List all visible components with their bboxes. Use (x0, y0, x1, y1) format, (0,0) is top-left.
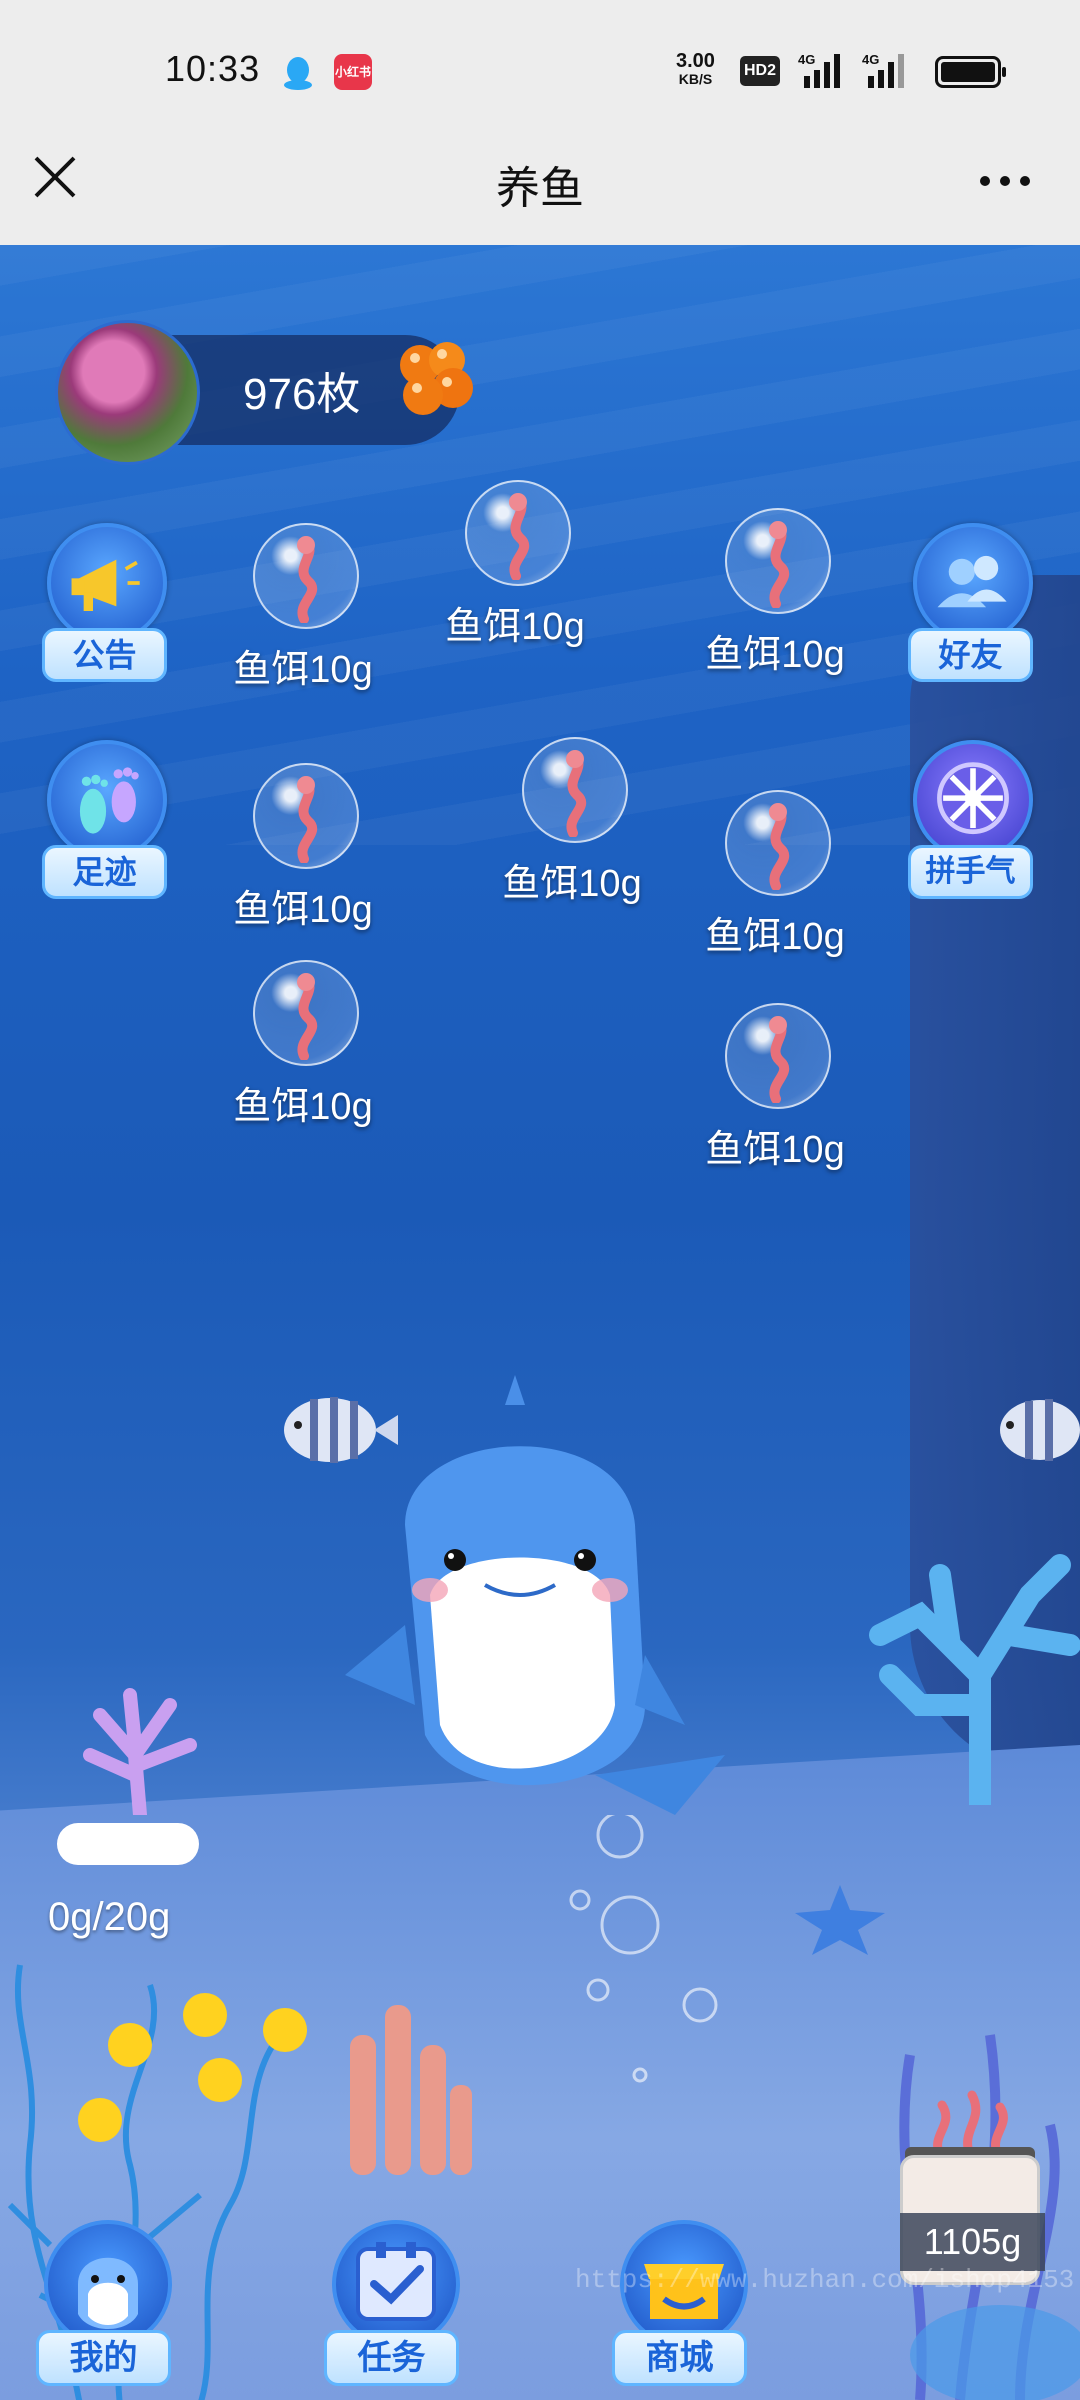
watermark: https://www.huzhan.com/ishop4153 (575, 2265, 1075, 2295)
worm-icon (297, 776, 318, 863)
svg-text:4G: 4G (862, 52, 879, 67)
bait-label: 鱼饵10g (502, 863, 642, 905)
bait-bubble[interactable]: 鱼饵10g (218, 763, 388, 933)
luck-button[interactable]: 拼手气 (908, 740, 1038, 910)
nav-tasks-label: 任务 (324, 2330, 459, 2386)
worm-icon (566, 750, 587, 837)
avatar[interactable] (55, 320, 200, 465)
notice-button[interactable]: 公告 (42, 523, 172, 693)
feed-progress-bar (57, 1823, 199, 1865)
air-bubbles (569, 1815, 718, 2083)
svg-text:4G: 4G (798, 52, 815, 67)
bait-bubble[interactable]: 鱼饵10g (218, 523, 388, 693)
coral-pink-tubes (350, 2005, 472, 2175)
worm-icon (297, 536, 318, 623)
bait-bubble[interactable]: 鱼饵10g (430, 480, 600, 650)
page-title: 养鱼 (496, 164, 584, 213)
coral-blue (869, 1554, 1080, 1805)
bait-bubble[interactable]: 鱼饵10g (690, 1003, 860, 1173)
nav-tasks-button[interactable]: 任务 (324, 2220, 464, 2390)
nav-shop-label: 商城 (612, 2330, 747, 2386)
qq-icon (284, 57, 312, 90)
aquarium-scene: 976枚 公告 足迹 好友 拼手气 鱼饵10g 鱼饵10g 鱼饵10g 鱼饵10… (0, 245, 1080, 2400)
footprint-icon (79, 767, 139, 834)
people-icon (937, 555, 1007, 608)
net-speed: 3.00 KB/S (676, 50, 715, 87)
more-icon[interactable] (975, 160, 1035, 200)
fish-roe-icon (400, 342, 473, 415)
status-bar: 10:33 小红书 3.00 KB/S HD2 4G 4G (0, 0, 1080, 140)
starfish-icon (795, 1885, 885, 1955)
bait-stock: 1105g (900, 2213, 1045, 2271)
bait-bubble[interactable]: 鱼饵10g (218, 960, 388, 1130)
worm-icon (509, 493, 530, 580)
nav-tasks-circle (332, 2220, 460, 2348)
notice-button-circle (47, 523, 167, 643)
worm-icon (769, 803, 790, 890)
signal-icon: 4G (798, 52, 840, 88)
wheel-icon (937, 762, 1009, 835)
bait-label: 鱼饵10g (705, 634, 845, 676)
nav-shop-button[interactable]: 商城 (612, 2220, 752, 2390)
bait-label: 鱼饵10g (233, 649, 373, 691)
worm-icon (297, 973, 318, 1060)
bait-bubble[interactable]: 鱼饵10g (690, 508, 860, 678)
bait-bubble[interactable]: 鱼饵10g (487, 737, 657, 907)
footprint-button-label: 足迹 (42, 845, 167, 899)
checklist-icon (356, 2242, 436, 2321)
bait-jar[interactable]: 1105g (900, 2090, 1045, 2285)
dolphin-pet[interactable] (345, 1375, 745, 1845)
bait-label: 鱼饵10g (445, 606, 585, 648)
footprint-button[interactable]: 足迹 (42, 740, 172, 910)
friends-button-label: 好友 (908, 628, 1033, 682)
bait-bubble[interactable]: 鱼饵10g (690, 790, 860, 960)
worms-icon (933, 2090, 1008, 2155)
signal-icon: 4G (862, 52, 904, 88)
battery-icon (935, 56, 1006, 88)
worm-icon (769, 1016, 790, 1103)
bait-label: 鱼饵10g (233, 1086, 373, 1128)
megaphone-icon (71, 559, 140, 611)
hd-icon: HD2 (740, 56, 780, 86)
worm-icon (769, 521, 790, 608)
notice-button-label: 公告 (42, 628, 167, 682)
bait-label: 鱼饵10g (233, 889, 373, 931)
status-time: 10:33 (165, 48, 261, 89)
dolphin-icon (78, 2257, 138, 2329)
nav-mine-circle (44, 2220, 172, 2348)
feed-progress-text: 0g/20g (48, 1895, 171, 1939)
friends-button[interactable]: 好友 (908, 523, 1038, 693)
nav-mine-button[interactable]: 我的 (36, 2220, 176, 2390)
nav-mine-label: 我的 (36, 2330, 171, 2386)
angelfish-icon (1000, 1399, 1080, 1461)
friends-button-circle (913, 523, 1033, 643)
bait-label: 鱼饵10g (705, 1129, 845, 1171)
coin-count: 976枚 (243, 370, 361, 419)
luck-button-label: 拼手气 (908, 845, 1033, 899)
xiaohongshu-icon: 小红书 (334, 54, 372, 90)
yellow-fish-group (78, 1993, 307, 2142)
bait-label: 鱼饵10g (705, 916, 845, 958)
coral-purple (83, 1688, 197, 1815)
footprint-button-circle (47, 740, 167, 860)
luck-button-circle (913, 740, 1033, 860)
